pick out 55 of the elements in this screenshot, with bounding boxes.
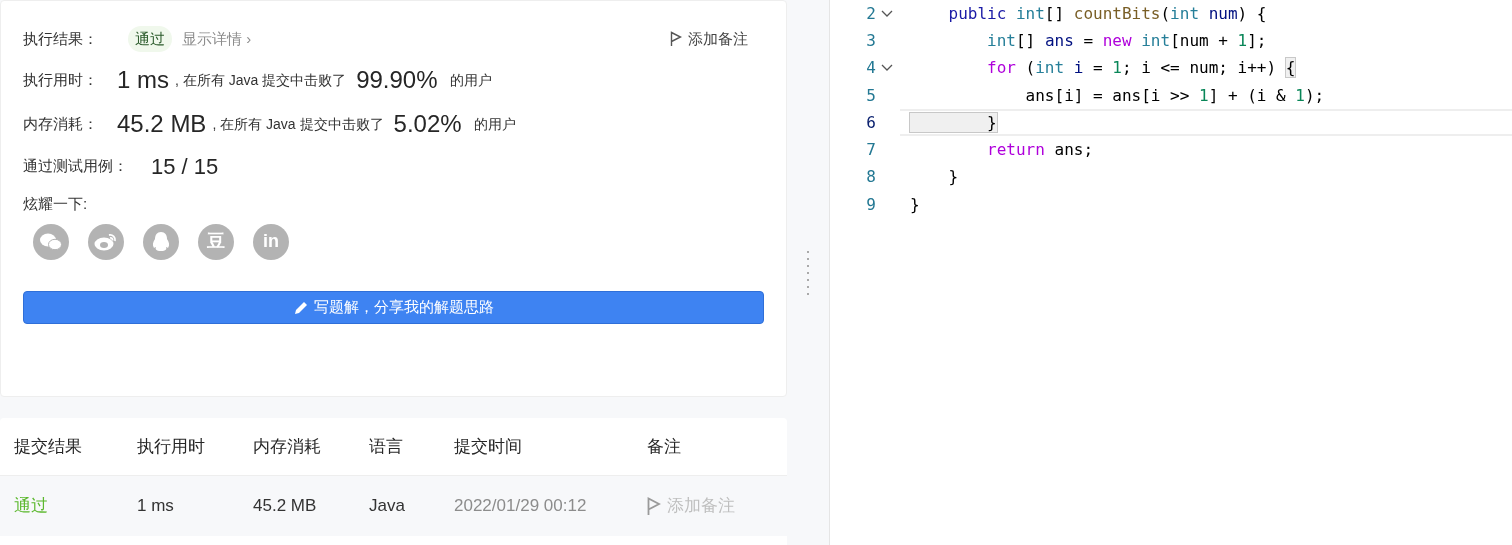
line-number: 9 <box>866 193 876 216</box>
table-cell: 45.2 MB <box>253 496 317 516</box>
code-line: for (int i = 1; i <= num; i++) { <box>986 57 1296 80</box>
fold-chevron-icon[interactable] <box>881 9 893 18</box>
stat-value: 1 ms <box>117 65 169 95</box>
column-header: 提交时间 <box>454 436 522 456</box>
table-cell: 1 ms <box>137 496 174 516</box>
status-badge: 通过 <box>128 25 172 53</box>
column-header: 执行用时 <box>137 436 205 456</box>
stat-suffix: 的用户 <box>449 70 492 90</box>
share-button[interactable]: 豆 <box>198 223 234 260</box>
code-line: return ans; <box>986 139 1094 162</box>
code-line: int[] ans = new int[num + 1]; <box>986 29 1267 52</box>
column-header: 提交结果 <box>14 436 82 456</box>
result-link[interactable]: 通过 <box>14 496 48 516</box>
line-number: 7 <box>866 139 876 162</box>
share-label: 炫耀一下: <box>23 194 88 214</box>
tests-value: 15 / 15 <box>151 152 219 181</box>
result-label: 执行结果： <box>23 28 99 49</box>
chat-bubbles-icon[interactable] <box>33 223 69 260</box>
stat-text: , 在所有 Java 提交中击败了 <box>212 114 384 134</box>
table-cell: Java <box>369 496 405 516</box>
code-line: } <box>910 193 920 216</box>
code-line: ans[i] = ans[i >> 1] + (i & 1); <box>1024 84 1325 107</box>
swirl-icon[interactable] <box>88 223 124 260</box>
tests-label: 通过测试用例： <box>23 155 129 176</box>
stat-label: 内存消耗： <box>23 113 99 134</box>
stat-text: , 在所有 Java 提交中击败了 <box>175 70 347 90</box>
code-line: } <box>947 166 959 189</box>
table-row[interactable]: 通过 1 ms 45.2 MB Java 2022/01/29 00:12 添加备注 <box>0 476 787 536</box>
stat-label: 执行用时： <box>23 69 99 90</box>
penguin-icon[interactable] <box>143 223 179 260</box>
stat-percent: 5.02% <box>393 109 462 139</box>
stat-percent: 99.90% <box>356 65 438 95</box>
column-header: 语言 <box>369 436 403 456</box>
line-number: 8 <box>866 166 876 189</box>
details-link[interactable]: 显示详情 › <box>182 27 252 51</box>
column-header: 内存消耗 <box>253 436 321 456</box>
share-button[interactable]: in <box>253 223 289 260</box>
line-number: 6 <box>866 111 876 134</box>
table-cell: 2022/01/29 00:12 <box>454 496 587 516</box>
flag-icon <box>647 496 661 516</box>
add-note-button[interactable]: 添加备注 <box>670 27 748 51</box>
line-number: 5 <box>866 84 876 107</box>
stat-suffix: 的用户 <box>473 114 516 134</box>
column-header: 备注 <box>647 436 681 456</box>
flag-icon <box>670 31 682 47</box>
line-number: 2 <box>866 2 876 25</box>
write-solution-button[interactable]: 写题解，分享我的解题思路 <box>23 290 764 324</box>
stat-value: 45.2 MB <box>117 109 207 139</box>
line-number: 4 <box>866 57 876 80</box>
pencil-icon <box>293 299 309 315</box>
fold-chevron-icon[interactable] <box>881 64 893 73</box>
code-line: public int[] countBits(int num) { <box>947 2 1267 25</box>
line-number: 3 <box>866 29 876 52</box>
